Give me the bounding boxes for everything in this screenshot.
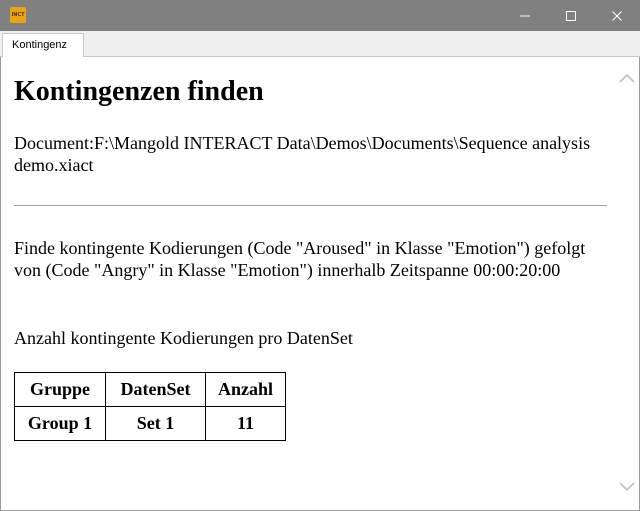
document-path: Document:F:\Mangold INTERACT Data\Demos\… — [14, 133, 591, 175]
table-row: Group 1 Set 1 11 — [14, 406, 286, 441]
close-icon — [612, 10, 622, 21]
chevron-up-icon — [619, 73, 635, 83]
column-header-datenset: DatenSet — [105, 372, 206, 407]
scroll-down-button[interactable] — [618, 478, 636, 501]
app-logo-icon: INCT — [10, 7, 26, 23]
title-bar: INCT — [0, 0, 640, 31]
scroll-up-button[interactable] — [618, 70, 636, 93]
search-description: Finde kontingente Kodierungen (Code "Aro… — [14, 238, 586, 280]
result-table: Gruppe DatenSet Anzahl Group 1 Set 1 11 — [14, 372, 286, 441]
cell-anzahl: 11 — [205, 406, 286, 441]
column-header-anzahl: Anzahl — [205, 372, 286, 407]
minimize-button[interactable] — [502, 0, 548, 31]
cell-gruppe: Group 1 — [14, 406, 106, 441]
page-title: Kontingenzen finden — [14, 76, 264, 107]
maximize-button[interactable] — [548, 0, 594, 31]
column-header-gruppe: Gruppe — [14, 372, 106, 407]
minimize-icon — [520, 15, 530, 16]
cell-datenset: Set 1 — [105, 406, 206, 441]
tab-bar: Kontingenz — [0, 31, 640, 58]
chevron-down-icon — [619, 482, 635, 492]
maximize-icon — [566, 10, 576, 21]
divider — [14, 205, 607, 206]
report-view[interactable]: Kontingenzen finden Document:F:\Mangold … — [0, 57, 640, 511]
close-button[interactable] — [594, 0, 640, 31]
table-header-row: Gruppe DatenSet Anzahl — [14, 372, 286, 407]
tab-kontingenz[interactable]: Kontingenz — [2, 33, 84, 58]
table-caption: Anzahl kontingente Kodierungen pro Daten… — [14, 328, 353, 348]
